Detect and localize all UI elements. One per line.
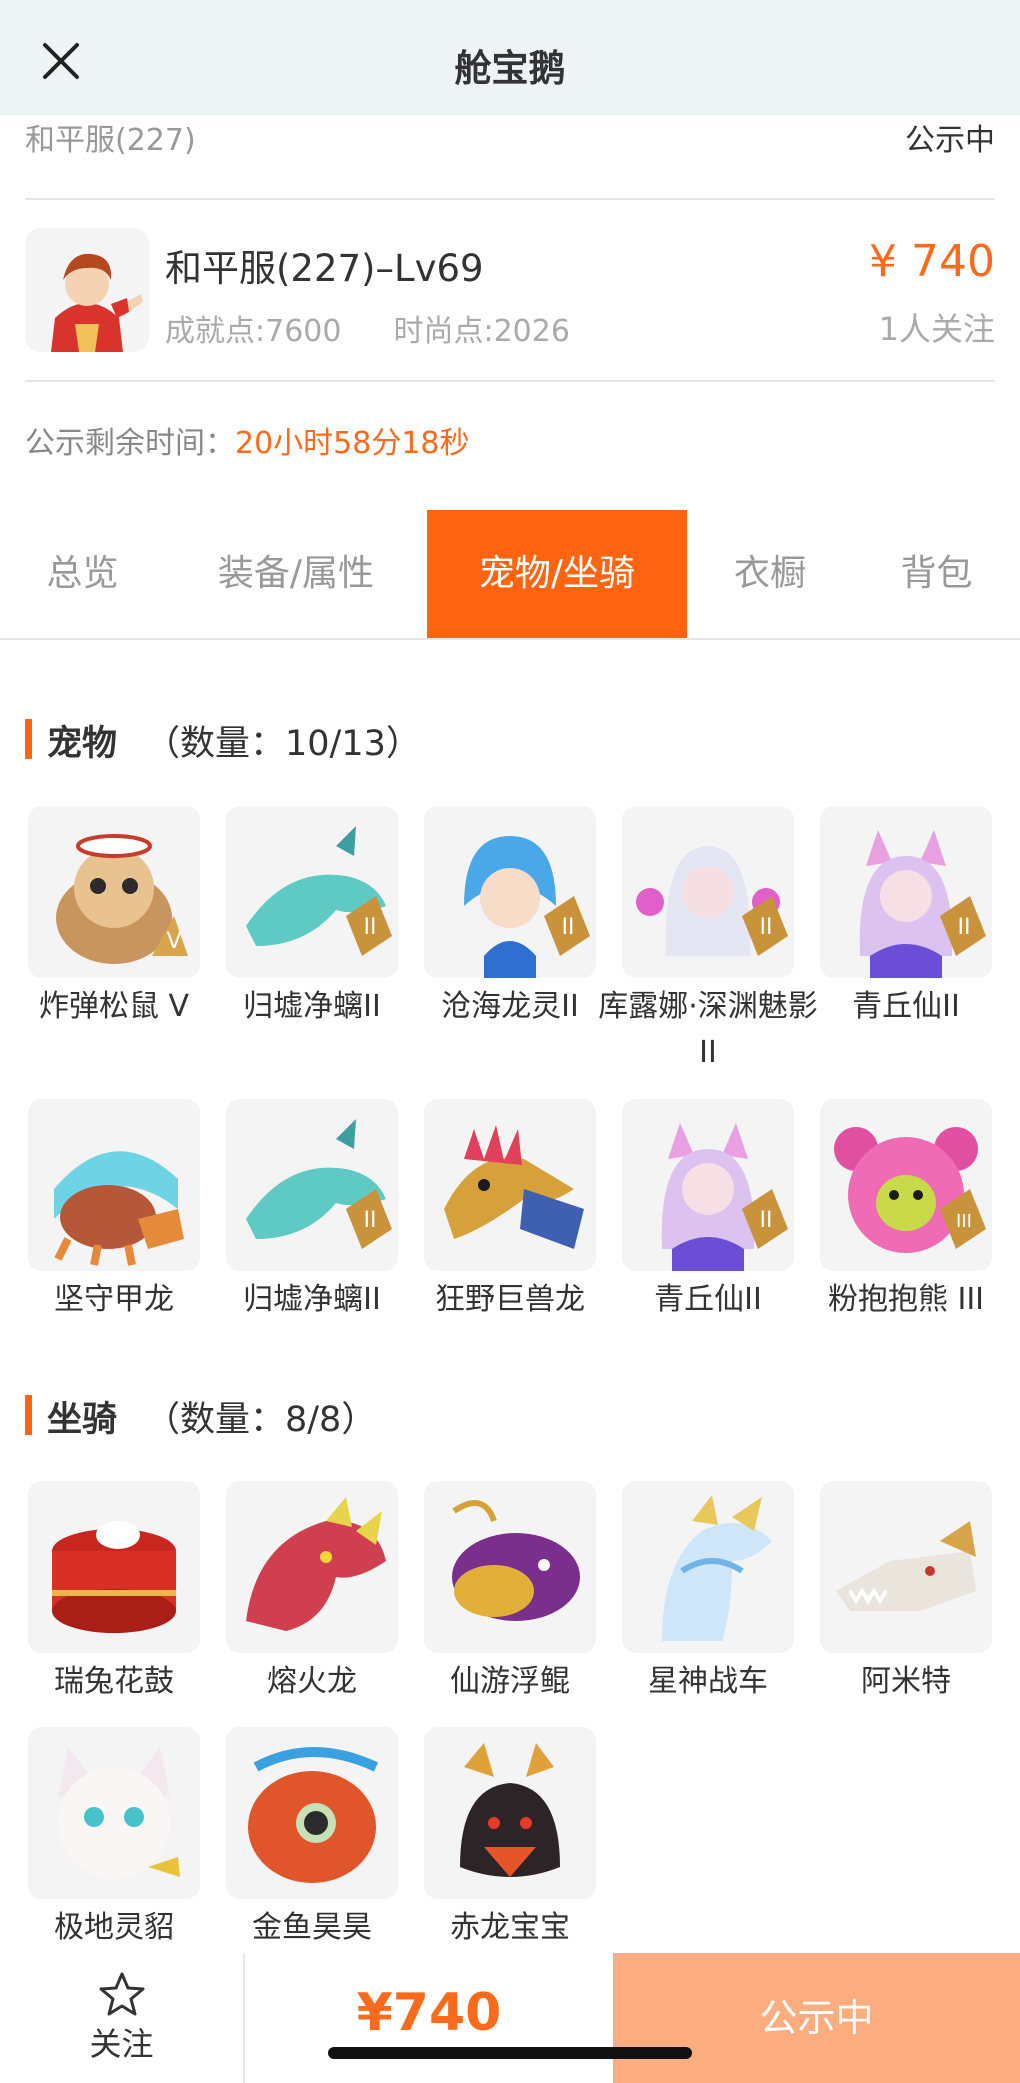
countdown-row: 公示剩余时间：20小时58分18秒 <box>25 418 470 462</box>
section-accent-bar <box>25 1395 32 1435</box>
server-row: 和平服(227) 公示中 <box>25 115 995 158</box>
status-button[interactable]: 公示中 <box>613 1953 1020 2083</box>
mount-name: 金鱼昊昊 <box>252 1910 372 1945</box>
section-title: 坐骑 <box>47 1400 118 1440</box>
home-indicator <box>328 2047 692 2059</box>
page-title: 舱宝鹅 <box>454 47 566 90</box>
pet-name: 青丘仙II <box>654 1282 762 1317</box>
achievement-points: 成就点:7600 <box>165 314 342 349</box>
divider <box>25 380 995 382</box>
server-name: 和平服(227) <box>25 123 196 158</box>
follower-count: 1人关注 <box>878 310 995 348</box>
tab-bar: 总览 装备/属性 宠物/坐骑 衣橱 背包 <box>0 510 1020 640</box>
pet-name: 归墟净螭II <box>243 1282 381 1317</box>
fashion-points: 时尚点:2026 <box>393 314 570 349</box>
pet-image[interactable]: II <box>424 806 596 978</box>
mount-image[interactable] <box>226 1727 398 1899</box>
follow-label: 关注 <box>89 2025 154 2063</box>
mount-name: 赤龙宝宝 <box>450 1910 570 1945</box>
pet-image[interactable] <box>28 1099 200 1271</box>
bottom-price: ¥740 <box>356 1983 502 2043</box>
pet-name: 狂野巨兽龙 <box>435 1282 585 1317</box>
svg-text:II: II <box>364 1208 377 1233</box>
page: 舱宝鹅 和平服(227) 公示中 和平服(227)–Lv69 成就点:7600 时… <box>0 0 1020 2083</box>
mount-name: 星神战车 <box>648 1664 768 1699</box>
svg-text:V: V <box>166 929 181 954</box>
countdown-label: 公示剩余时间： <box>25 426 235 461</box>
mount-name: 仙游浮鲲 <box>450 1664 570 1699</box>
mount-image[interactable] <box>424 1727 596 1899</box>
tab-overview[interactable]: 总览 <box>0 510 165 638</box>
account-title: 和平服(227)–Lv69 <box>165 247 484 290</box>
pet-image[interactable]: II <box>622 1099 794 1271</box>
pet-name: 青丘仙II <box>852 989 960 1024</box>
pet-image[interactable]: II <box>622 806 794 978</box>
pet-image[interactable]: V <box>28 806 200 978</box>
pet-name: 归墟净螭II <box>243 989 381 1024</box>
pet-image[interactable]: II <box>820 806 992 978</box>
divider <box>25 198 995 200</box>
section-accent-bar <box>25 719 32 759</box>
pet-image[interactable]: III <box>820 1099 992 1271</box>
pet-image[interactable]: II <box>226 1099 398 1271</box>
mount-image[interactable] <box>28 1481 200 1653</box>
mount-image[interactable] <box>820 1481 992 1653</box>
pet-name: 粉抱抱熊 III <box>827 1282 985 1317</box>
account-stats: 成就点:7600 时尚点:2026 <box>165 306 570 350</box>
svg-text:II: II <box>760 1208 773 1233</box>
character-avatar[interactable] <box>25 228 149 352</box>
countdown-timer: 20小时58分18秒 <box>235 426 470 461</box>
listing-price: ¥ 740 <box>869 236 995 287</box>
svg-text:II: II <box>760 915 773 940</box>
star-icon <box>99 1972 145 2016</box>
svg-text:III: III <box>956 1211 972 1232</box>
mount-image[interactable] <box>622 1481 794 1653</box>
pet-image[interactable]: II <box>226 806 398 978</box>
tab-pets-mounts[interactable]: 宠物/坐骑 <box>427 510 687 638</box>
mount-name: 瑞兔花鼓 <box>54 1664 174 1699</box>
pet-image[interactable] <box>424 1099 596 1271</box>
tab-equipment-attributes[interactable]: 装备/属性 <box>165 510 427 638</box>
tab-wardrobe[interactable]: 衣橱 <box>687 510 853 638</box>
mount-name: 阿米特 <box>861 1664 951 1699</box>
svg-text:II: II <box>364 915 377 940</box>
section-count: （数量：8/8） <box>145 1400 377 1440</box>
mount-name: 熔火龙 <box>267 1664 357 1699</box>
pet-name: 库露娜·深渊魅影II <box>598 989 818 1070</box>
pet-name: 坚守甲龙 <box>54 1282 174 1317</box>
listing-status: 公示中 <box>905 123 995 158</box>
svg-text:II: II <box>562 915 575 940</box>
section-count: （数量：10/13） <box>145 724 421 764</box>
mount-image[interactable] <box>28 1727 200 1899</box>
top-nav-bar: 舱宝鹅 <box>0 0 1020 115</box>
follow-button[interactable]: 关注 <box>0 1953 243 2083</box>
pet-name: 炸弹松鼠 V <box>38 989 190 1024</box>
mount-name: 极地灵貂 <box>54 1910 174 1945</box>
bottom-action-bar: 关注 ¥740 公示中 <box>0 1953 1020 2083</box>
mount-image[interactable] <box>424 1481 596 1653</box>
svg-text:II: II <box>958 915 971 940</box>
section-title: 宠物 <box>47 724 118 764</box>
mount-image[interactable] <box>226 1481 398 1653</box>
pet-name: 沧海龙灵II <box>441 989 579 1024</box>
tab-backpack[interactable]: 背包 <box>853 510 1020 638</box>
